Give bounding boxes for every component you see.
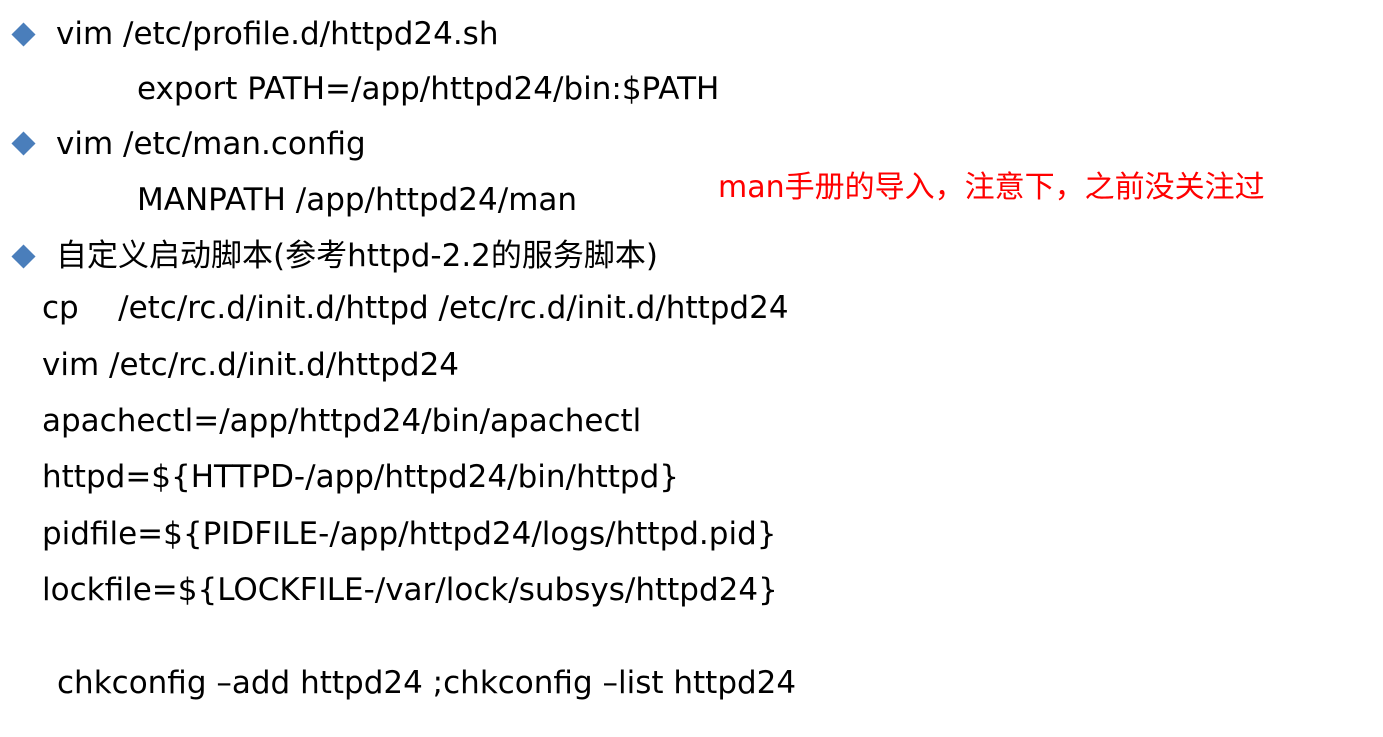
bullet-2-text: vim /etc/man.config	[56, 126, 366, 162]
code-line: apachectl=/app/httpd24/bin/apachectl	[42, 403, 642, 439]
code-line: httpd=${HTTPD-/app/httpd24/bin/httpd}	[42, 459, 679, 495]
bullet-2-subtext: MANPATH /app/httpd24/man	[137, 182, 578, 218]
diamond-bullet-icon	[11, 22, 36, 47]
code-line: lockfile=${LOCKFILE-/var/lock/subsys/htt…	[42, 572, 778, 608]
bullet-3-text: 自定义启动脚本(参考httpd-2.2的服务脚本)	[56, 238, 658, 274]
code-line: cp /etc/rc.d/init.d/httpd /etc/rc.d/init…	[42, 290, 789, 326]
code-line: pidfile=${PIDFILE-/app/httpd24/logs/http…	[42, 516, 777, 552]
diamond-bullet-icon	[11, 244, 36, 269]
footer-command: chkconfig –add httpd24 ;chkconfig –list …	[57, 665, 797, 701]
bullet-1-subtext: export PATH=/app/httpd24/bin:$PATH	[137, 71, 720, 107]
annotation-note: man手册的导入，注意下，之前没关注过	[718, 170, 1265, 205]
bullet-1-text: vim /etc/profile.d/httpd24.sh	[56, 16, 499, 52]
diamond-bullet-icon	[11, 131, 36, 156]
code-line: vim /etc/rc.d/init.d/httpd24	[42, 347, 460, 383]
